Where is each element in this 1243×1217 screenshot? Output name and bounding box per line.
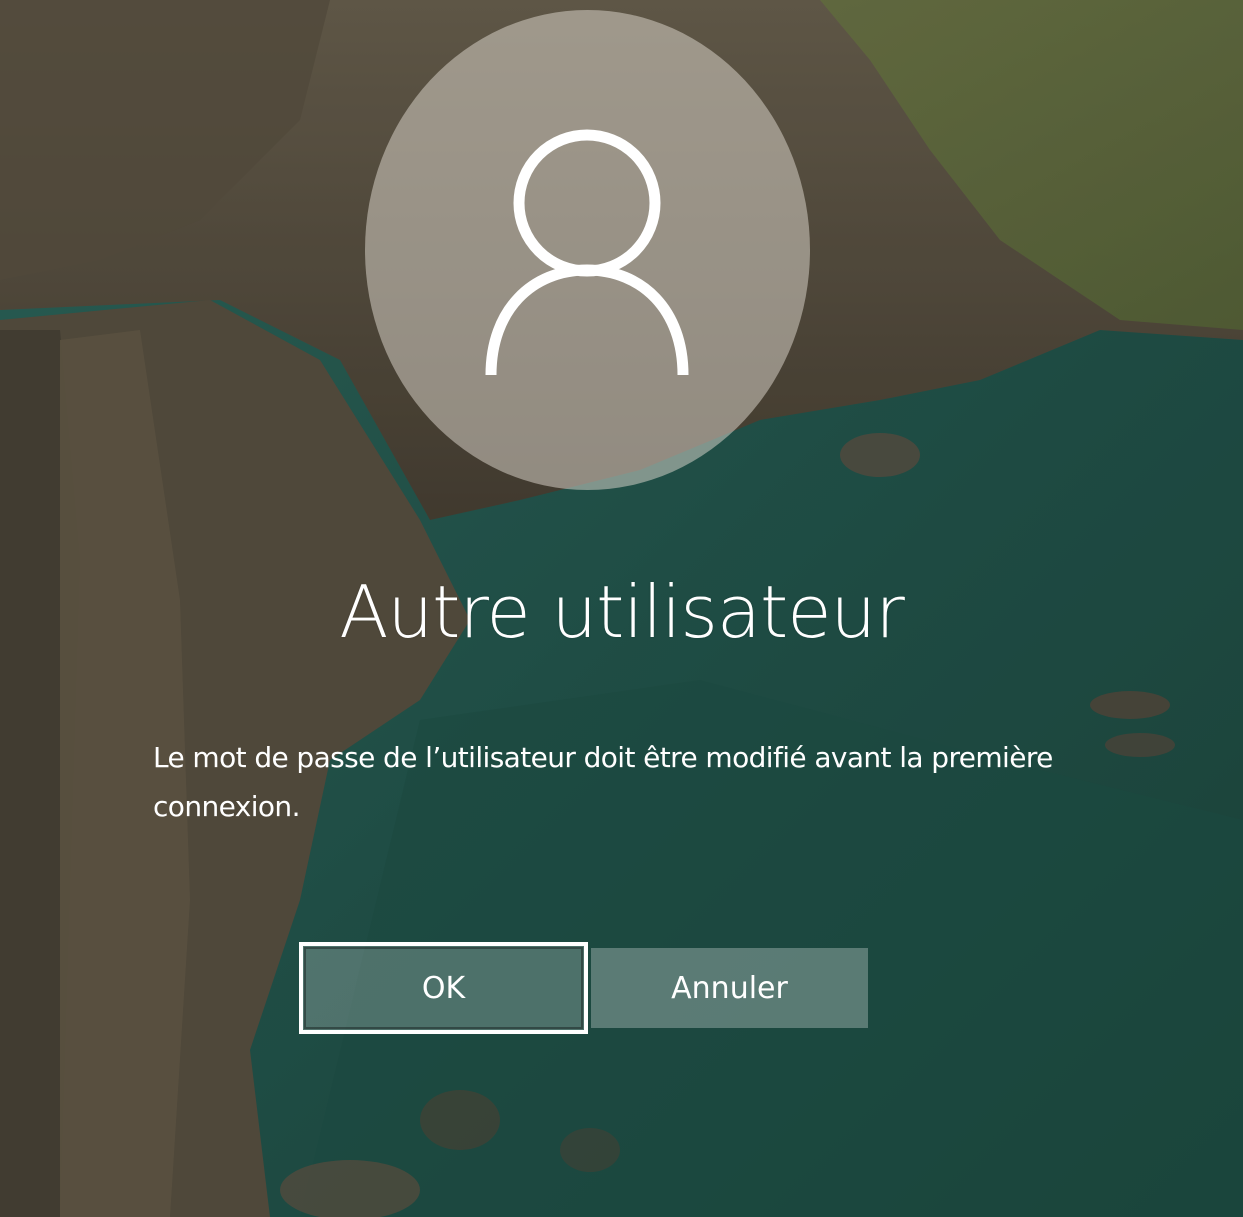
user-name-title: Autre utilisateur	[339, 570, 905, 654]
user-icon	[485, 129, 689, 376]
password-change-message: Le mot de passe de l’utilisateur doit êt…	[153, 741, 1053, 823]
cancel-button[interactable]: Annuler	[591, 948, 868, 1028]
user-avatar	[365, 10, 810, 490]
ok-button[interactable]: OK	[299, 942, 588, 1034]
